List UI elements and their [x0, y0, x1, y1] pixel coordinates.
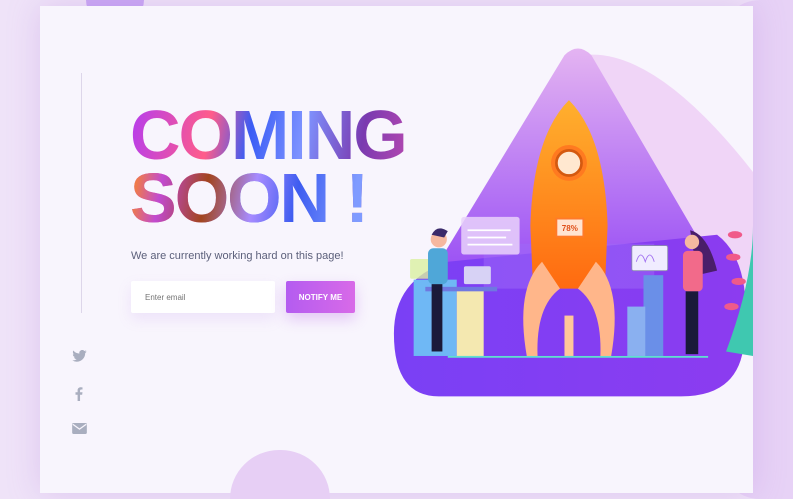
coming-soon-card: COMING SOON ! We are currently working h… — [40, 6, 753, 493]
twitter-icon[interactable] — [71, 349, 87, 364]
email-input[interactable] — [131, 281, 275, 313]
mail-icon[interactable] — [71, 423, 87, 437]
rocket-illustration: 78% — [393, 48, 753, 397]
divider — [81, 73, 82, 313]
subtitle: We are currently working hard on this pa… — [131, 250, 344, 262]
rocket-progress-label: 78% — [562, 224, 578, 233]
facebook-icon[interactable] — [71, 387, 87, 401]
notify-me-button[interactable]: NOTIFY ME — [286, 281, 355, 313]
